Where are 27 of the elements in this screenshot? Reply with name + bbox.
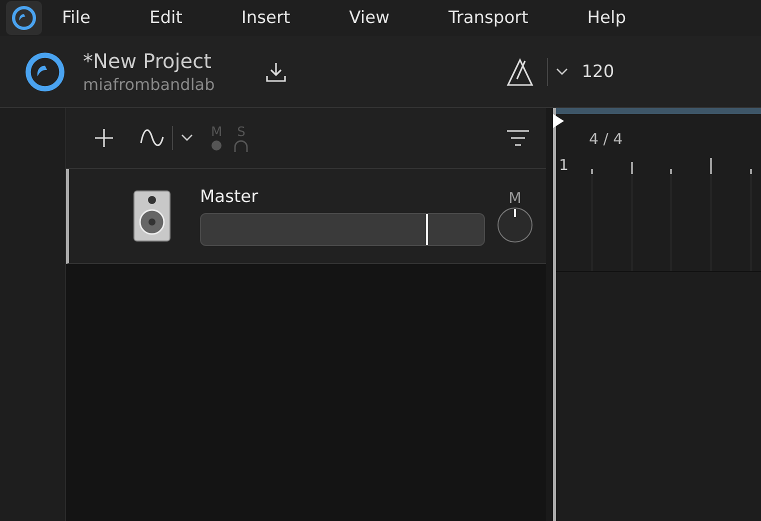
bar-number: 1 xyxy=(559,156,569,174)
menu-item[interactable]: Help xyxy=(587,8,626,28)
speaker-icon xyxy=(133,190,171,242)
download-icon[interactable] xyxy=(264,60,287,82)
mute-label[interactable]: M xyxy=(508,189,522,207)
tempo-value[interactable]: 120 xyxy=(582,62,614,82)
project-logo-icon[interactable] xyxy=(24,50,66,92)
automation-curve-icon[interactable] xyxy=(140,127,164,149)
app-logo-icon[interactable] xyxy=(11,5,37,31)
menu-item[interactable]: Insert xyxy=(241,8,290,28)
chevron-down-icon[interactable] xyxy=(181,134,193,142)
mute-dot-icon[interactable] xyxy=(211,140,222,151)
project-title: *New Project xyxy=(83,49,212,73)
chevron-down-icon[interactable] xyxy=(556,68,568,76)
filter-icon[interactable] xyxy=(506,129,530,147)
pan-knob[interactable] xyxy=(497,207,533,243)
menu-item[interactable]: Edit xyxy=(149,8,182,28)
fader-thumb[interactable] xyxy=(426,214,428,244)
add-icon[interactable] xyxy=(94,128,114,148)
time-signature[interactable]: 4 / 4 xyxy=(589,130,623,148)
metronome-icon[interactable] xyxy=(504,58,535,86)
project-owner: miafrombandlab xyxy=(83,75,215,94)
menu-item[interactable]: View xyxy=(349,8,390,28)
track-row[interactable]: Master M xyxy=(66,169,546,264)
menu-item[interactable]: Transport xyxy=(448,8,528,28)
track-name[interactable]: Master xyxy=(200,186,485,206)
menu-item[interactable]: File xyxy=(62,8,90,28)
